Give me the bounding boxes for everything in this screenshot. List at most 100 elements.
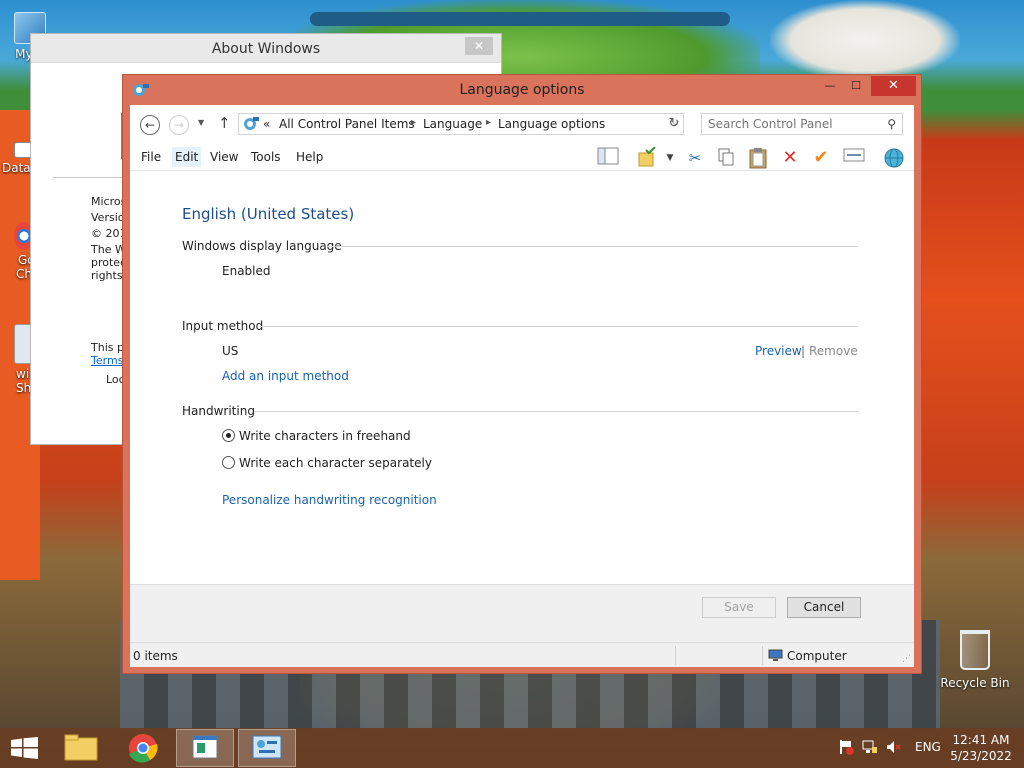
- computer-icon: [768, 649, 783, 661]
- menu-edit[interactable]: Edit: [172, 147, 202, 167]
- volume-muted-icon[interactable]: [886, 739, 902, 758]
- arrow-left-icon: ←: [144, 118, 156, 132]
- folder-properties-dropdown[interactable]: ▼: [658, 147, 682, 169]
- radio-label: Write each character separately: [239, 456, 432, 470]
- language-options-window[interactable]: Language options — ☐ ✕ ← → ▼ ↑ « All Con…: [122, 74, 922, 674]
- input-language-indicator[interactable]: ENG: [915, 740, 941, 754]
- cancel-button[interactable]: Cancel: [787, 597, 861, 618]
- search-box[interactable]: ⚲: [701, 113, 903, 135]
- breadcrumb-chevron-icon[interactable]: ▸: [486, 117, 491, 128]
- taskbar-clock[interactable]: 12:41 AM 5/23/2022: [940, 732, 1022, 764]
- breadcrumb-all-control-panel-items[interactable]: All Control Panel Items: [279, 117, 415, 131]
- menu-file[interactable]: File: [138, 147, 164, 167]
- taskbar-chrome[interactable]: [114, 729, 172, 767]
- address-row: ← → ▼ ↑ « All Control Panel Items ▸ Lang…: [130, 105, 914, 143]
- taskbar-file-explorer[interactable]: [52, 729, 110, 767]
- wallpaper-shape: [310, 12, 730, 26]
- section-divider: [254, 411, 858, 412]
- preview-link[interactable]: Preview: [755, 344, 802, 358]
- status-divider: [675, 646, 676, 665]
- about-titlebar[interactable]: About Windows ✕: [31, 34, 501, 62]
- language-options-content: English (United States) Windows display …: [130, 172, 914, 584]
- status-divider: [762, 646, 763, 665]
- minimize-button[interactable]: —: [817, 76, 843, 96]
- arrow-right-icon: →: [173, 118, 185, 132]
- copy-button[interactable]: [714, 147, 738, 169]
- clock-time: 12:41 AM: [952, 733, 1010, 747]
- menu-bar: File Edit View Tools Help ▼ ✂ ✕ ✔: [130, 143, 914, 171]
- refresh-button[interactable]: ↻: [664, 114, 684, 134]
- chevron-down-icon: ▼: [666, 153, 674, 163]
- apply-button[interactable]: ✔: [809, 147, 833, 169]
- taskbar-about-windows[interactable]: [176, 729, 234, 767]
- resize-grip-icon[interactable]: ⋰: [902, 654, 911, 664]
- maximize-button[interactable]: ☐: [843, 76, 869, 96]
- about-text-line: The W: [91, 243, 126, 256]
- menu-tools[interactable]: Tools: [248, 147, 284, 167]
- control-panel-icon: [244, 117, 259, 130]
- status-bar: 0 items Computer ⋰: [130, 642, 914, 667]
- layout-pane-icon: [597, 147, 619, 165]
- language-heading: English (United States): [182, 205, 355, 223]
- paste-icon: [749, 148, 767, 169]
- about-text-line: Versio: [91, 211, 125, 224]
- menu-help[interactable]: Help: [293, 147, 326, 167]
- window-client-area: ← → ▼ ↑ « All Control Panel Items ▸ Lang…: [130, 105, 914, 667]
- breadcrumb-language[interactable]: Language: [423, 117, 482, 131]
- radio-unselected-icon[interactable]: [222, 456, 235, 469]
- back-button[interactable]: ←: [140, 115, 160, 135]
- status-item-count: 0 items: [133, 649, 178, 663]
- save-button[interactable]: Save: [702, 597, 776, 618]
- breadcrumb-overflow[interactable]: «: [263, 117, 270, 131]
- about-close-button[interactable]: ✕: [465, 37, 493, 55]
- recycle-bin-icon: [960, 630, 990, 670]
- folder-properties-button[interactable]: [635, 146, 659, 169]
- flag-icon: [840, 740, 854, 755]
- status-location-label: Computer: [787, 649, 847, 663]
- start-button[interactable]: [11, 737, 38, 759]
- close-button[interactable]: ✕: [871, 76, 916, 96]
- windows-logo-icon: [11, 737, 38, 759]
- speaker-icon: [887, 741, 901, 753]
- globe-button[interactable]: [882, 147, 906, 169]
- add-input-method-link[interactable]: Add an input method: [222, 369, 349, 383]
- window-title: Language options: [459, 82, 585, 98]
- radio-separately[interactable]: Write each character separately: [222, 456, 432, 470]
- copy-icon: [718, 148, 734, 166]
- window-app-icon: [192, 735, 218, 759]
- breadcrumb-chevron-icon[interactable]: ▸: [411, 117, 416, 128]
- forward-button[interactable]: →: [169, 115, 189, 135]
- about-title: About Windows: [211, 41, 321, 57]
- radio-selected-icon[interactable]: [222, 429, 235, 442]
- menu-view[interactable]: View: [207, 147, 241, 167]
- layout-pane-button[interactable]: [596, 147, 620, 169]
- breadcrumb-language-options[interactable]: Language options: [498, 117, 605, 131]
- recent-locations-button[interactable]: ▼: [198, 118, 204, 127]
- window-titlebar[interactable]: Language options — ☐ ✕: [123, 75, 921, 105]
- radio-label: Write characters in freehand: [239, 429, 411, 443]
- remove-link[interactable]: Remove: [809, 344, 858, 358]
- address-bar[interactable]: « All Control Panel Items ▸ Language ▸ L…: [238, 113, 684, 135]
- folder-check-icon: [638, 146, 656, 167]
- network-monitor-icon: [862, 740, 877, 753]
- personalize-handwriting-link[interactable]: Personalize handwriting recognition: [222, 493, 437, 507]
- section-label-handwriting: Handwriting: [182, 404, 255, 418]
- search-icon[interactable]: ⚲: [887, 117, 896, 131]
- about-terms-link[interactable]: Terms: [91, 354, 123, 367]
- paste-button[interactable]: [746, 147, 770, 169]
- search-input[interactable]: [708, 114, 878, 134]
- delete-button[interactable]: ✕: [778, 147, 802, 169]
- network-icon[interactable]: [862, 739, 878, 758]
- scissors-icon: ✂: [688, 149, 702, 167]
- radio-freehand[interactable]: Write characters in freehand: [222, 429, 411, 443]
- action-center-icon[interactable]: [838, 739, 854, 758]
- dialog-footer: Save Cancel: [130, 584, 914, 642]
- section-label-display-language: Windows display language: [182, 239, 342, 253]
- chrome-icon: [129, 734, 158, 763]
- taskbar-control-panel[interactable]: [238, 729, 296, 767]
- desktop-icon-recycle-bin[interactable]: Recycle Bin: [938, 630, 1012, 690]
- cut-button[interactable]: ✂: [683, 147, 707, 169]
- properties-button[interactable]: [842, 147, 866, 169]
- up-button[interactable]: ↑: [218, 114, 231, 132]
- section-divider: [260, 326, 858, 327]
